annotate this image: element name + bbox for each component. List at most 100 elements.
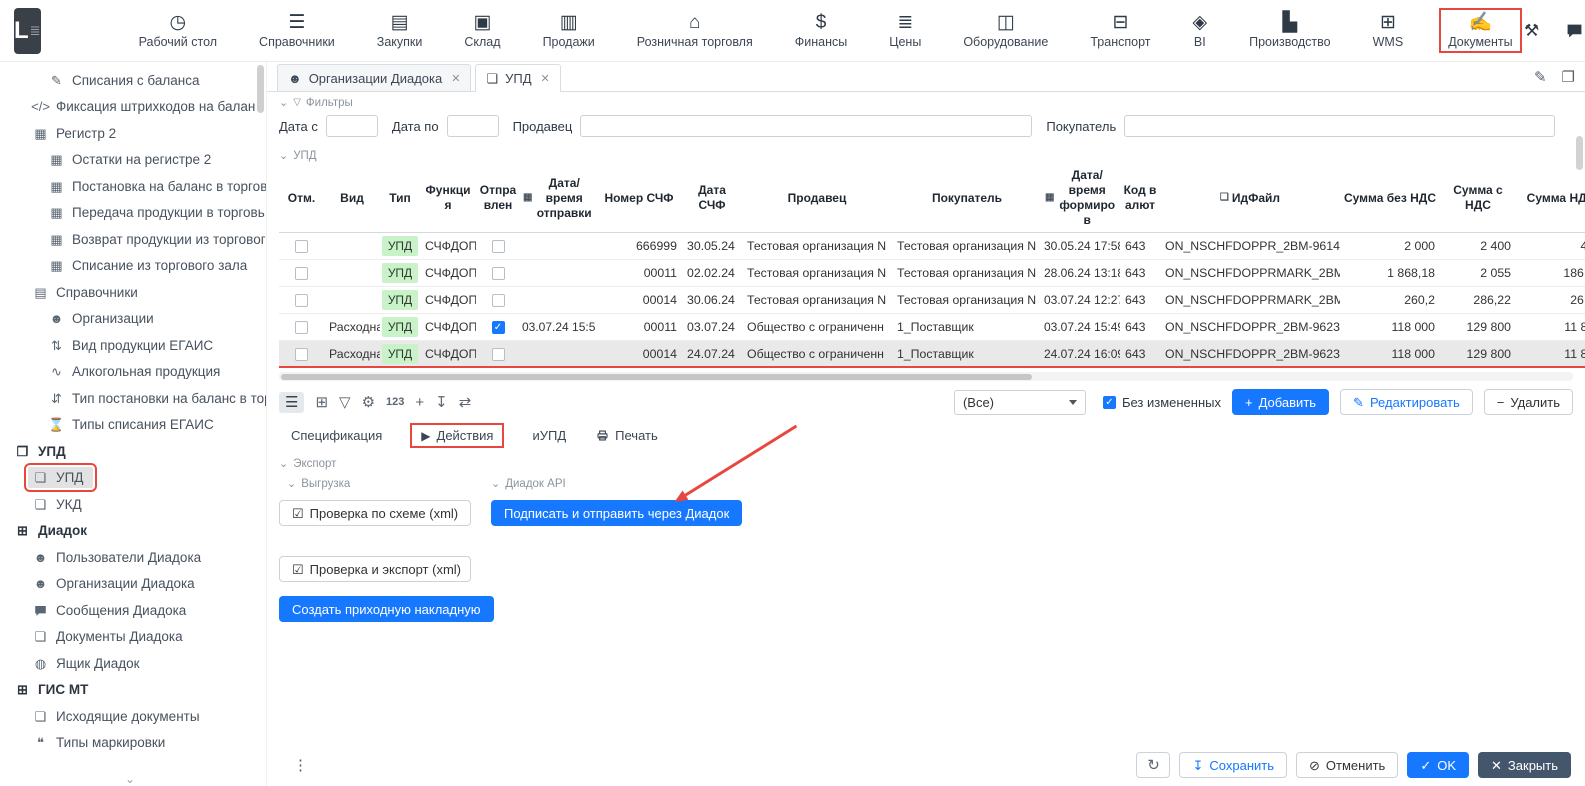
nav-item-documents[interactable]: ✍Документы [1439,8,1521,53]
subtab-3[interactable]: Печать [594,424,660,447]
scrollbar-thumb[interactable] [1576,136,1583,170]
subtab-2[interactable]: иУПД [530,424,568,447]
filter-input-3[interactable] [1124,115,1555,137]
refresh-grid-icon[interactable]: ⇄ [459,395,472,410]
nav-item-transport[interactable]: ⊟Транспорт [1084,9,1156,52]
sidebar-item-16[interactable]: ❏УКД [0,491,266,518]
column-header-tip[interactable]: Тип [380,164,420,232]
quick-add-icon[interactable]: + [415,395,424,410]
nav-item-bi[interactable]: ◈BI [1186,9,1213,52]
nav-item-prices[interactable]: ≣Цены [883,9,927,52]
row-checkbox[interactable] [492,294,505,307]
nav-item-catalogs[interactable]: ☰Справочники [253,9,341,52]
vertical-scrollbar[interactable] [1576,96,1583,740]
scrollbar-thumb[interactable] [281,374,1032,380]
nav-item-production[interactable]: ▙Производство [1243,9,1337,52]
check-schema-button[interactable]: ☑ Проверка по схеме (xml) [279,500,471,526]
row-checkbox[interactable] [295,240,308,253]
table-row[interactable]: УПДСЧФДОП0001430.06.24Тестовая организац… [279,287,1585,314]
edit-button[interactable]: ✎ Редактировать [1340,389,1473,415]
row-checkbox[interactable] [295,294,308,307]
row-checkbox[interactable] [492,267,505,280]
table-row[interactable]: РасходнаяУПДСЧФДОП0001424.07.24Общество … [279,341,1585,368]
sidebar-item-2[interactable]: ▦Регистр 2 [0,120,266,147]
nav-item-dashboard[interactable]: ◷Рабочий стол [133,9,223,52]
scrollbar-thumb[interactable] [257,65,264,113]
column-header-sent_dt[interactable]: ▦Дата/время отправки [520,164,596,232]
nav-item-retail[interactable]: ⌂Розничная торговля [631,9,759,52]
sidebar-scroll-down-icon[interactable]: ⌄ [125,772,135,786]
column-header-otm[interactable]: Отм. [279,164,324,232]
table-row[interactable]: УПДСЧФДОП66699930.05.24Тестовая организа… [279,233,1585,260]
sidebar-item-15[interactable]: ❏УПД [0,465,266,492]
subtab-1[interactable]: ▶Действия [410,423,504,448]
app-logo[interactable]: L ≣ [14,8,41,54]
sidebar-scrollbar[interactable] [257,65,264,782]
add-button[interactable]: + Добавить [1232,389,1329,415]
ok-button[interactable]: ✓ OK [1407,752,1469,778]
sidebar-item-10[interactable]: ⇅Вид продукции ЕГАИС [0,332,266,359]
sidebar-item-25[interactable]: ❝Типы маркировки [0,730,266,757]
row-checkbox[interactable] [295,348,308,361]
horizontal-scrollbar[interactable] [279,372,1573,381]
sidebar-item-1[interactable]: </>Фиксация штрихкодов на балан [0,94,266,121]
nav-item-equipment[interactable]: ◫Оборудование [957,9,1054,52]
sidebar-item-5[interactable]: ▦Передача продукции в торговь [0,200,266,227]
sidebar-item-3[interactable]: ▦Остатки на регистре 2 [0,147,266,174]
upd-section-header[interactable]: ⌄ УПД [267,145,1585,164]
column-header-formed[interactable]: ▦Дата/время формиров [1042,164,1120,232]
column-header-seller[interactable]: Продавец [742,164,892,232]
list-view-icon[interactable]: ☰ [279,392,304,413]
nav-item-warehouse[interactable]: ▣Склад [458,9,506,52]
table-view-icon[interactable]: ⊞ [315,395,328,410]
filter-input-2[interactable] [580,115,1032,137]
column-header-cur[interactable]: Код валют [1120,164,1160,232]
column-settings-icon[interactable]: ⚙ [362,395,375,410]
close-button[interactable]: ✕ Закрыть [1478,752,1571,778]
filter-input-0[interactable] [326,115,378,137]
sidebar-item-12[interactable]: ⇵Тип постановки на баланс в тор [0,385,266,412]
column-header-vid[interactable]: Вид [324,164,380,232]
row-checkbox[interactable] [295,321,308,334]
column-header-sent[interactable]: Отправлен [476,164,520,232]
save-button[interactable]: ↧ Сохранить [1179,752,1287,778]
check-export-button[interactable]: ☑ Проверка и экспорт (xml) [279,556,471,582]
row-checkbox[interactable] [295,267,308,280]
nav-item-purchases[interactable]: ▤Закупки [371,9,429,52]
unchanged-checkbox[interactable]: ✓ [1103,396,1116,409]
column-header-sum2[interactable]: Сумма с НДС [1440,164,1516,232]
column-header-func[interactable]: Функция [420,164,476,232]
export-section-header[interactable]: ⌄ Экспорт [279,454,1573,474]
column-header-num[interactable]: Номер СЧФ [596,164,682,232]
unchanged-checkbox-group[interactable]: ✓ Без измененных [1103,395,1221,410]
sidebar-item-19[interactable]: ☻Организации Диадока [0,571,266,598]
sidebar-item-21[interactable]: ❏Документы Диадока [0,624,266,651]
sidebar-item-6[interactable]: ▦Возврат продукции из торговог [0,226,266,253]
sidebar-item-17[interactable]: ⊞Диадок [0,518,266,545]
more-options-icon[interactable]: ⋮ [293,756,308,774]
sidebar-item-23[interactable]: ⊞ГИС МТ [0,677,266,704]
table-row[interactable]: РасходнаяУПДСЧФДОП✓03.07.24 15:510001103… [279,314,1585,341]
tab-0[interactable]: ☻Организации Диадока✕ [277,64,471,91]
cancel-button[interactable]: ⊘ Отменить [1296,752,1398,778]
column-header-sum1[interactable]: Сумма без НДС [1340,164,1440,232]
sidebar-item-0[interactable]: ✎Списания с баланса [0,67,266,94]
sidebar-item-14[interactable]: ❒УПД [0,438,266,465]
sidebar-item-22[interactable]: ◍Ящик Диадок [0,650,266,677]
tab-close-icon[interactable]: ✕ [451,72,460,85]
row-checkbox[interactable] [492,240,505,253]
tab-close-icon[interactable]: ✕ [541,72,550,85]
refresh-button[interactable]: ↻ [1136,752,1170,778]
create-invoice-button[interactable]: Создать приходную накладную [279,596,494,622]
sidebar-item-24[interactable]: ❏Исходящие документы [0,703,266,730]
nav-item-sales[interactable]: ▥Продажи [537,9,601,52]
sidebar-item-11[interactable]: ∿Алкогольная продукция [0,359,266,386]
tools-icon[interactable]: ⚒ [1522,21,1542,41]
diadoc-api-section-header[interactable]: ⌄ Диадок API [491,474,566,494]
sidebar-item-13[interactable]: ⌛Типы списания ЕГАИС [0,412,266,439]
sidebar-item-9[interactable]: ☻Организации [0,306,266,333]
filter-select[interactable]: (Все) [954,390,1086,415]
filter-icon[interactable]: ▽ [339,395,351,410]
nav-item-finance[interactable]: $Финансы [789,9,853,52]
sidebar-item-8[interactable]: ▤Справочники [0,279,266,306]
